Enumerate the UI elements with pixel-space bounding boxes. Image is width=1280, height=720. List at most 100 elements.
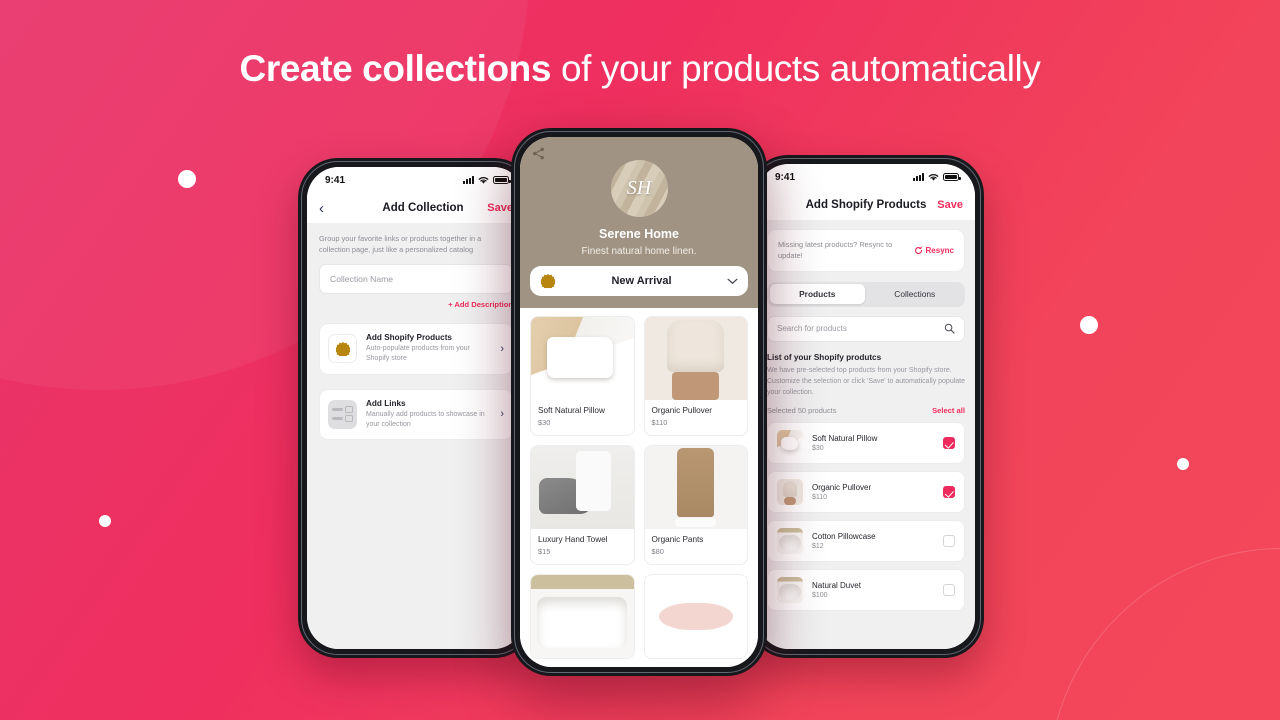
status-time: 9:41	[325, 174, 346, 186]
starburst-icon	[540, 273, 556, 289]
product-image	[531, 446, 634, 529]
collection-name-placeholder: Collection Name	[330, 274, 394, 285]
product-checkbox[interactable]	[943, 535, 955, 548]
add-collection-body: Group your favorite links or products to…	[307, 223, 525, 649]
tab-products[interactable]: Products	[769, 284, 865, 305]
page-title: Create collections of your products auto…	[0, 48, 1280, 90]
product-price: $110	[651, 418, 668, 427]
product-price: $110	[812, 494, 828, 502]
product-name: Organic Pullover	[651, 406, 713, 415]
resync-button[interactable]: Resync	[914, 246, 954, 255]
chevron-right-icon: ›	[500, 342, 504, 355]
product-name: Organic Pants	[651, 535, 704, 544]
option-subtitle: Auto-populate products from your Shopify…	[366, 345, 470, 363]
status-time: 9:41	[775, 171, 796, 183]
product-card[interactable]: Organic Pullover $110	[643, 316, 748, 436]
collection-title: New Arrival	[611, 275, 672, 287]
product-thumbnail	[777, 479, 803, 506]
status-bar: 9:41	[757, 164, 975, 190]
option-subtitle: Manually add products to showcase in you…	[366, 410, 485, 428]
collection-selector[interactable]: New Arrival	[530, 266, 748, 296]
product-price: $15	[538, 547, 551, 556]
shopify-products-body: Missing latest products? Resync to updat…	[757, 220, 975, 649]
save-button[interactable]: Save	[937, 199, 963, 211]
product-thumbnail	[777, 577, 803, 604]
phone-left-screen: 9:41 ‹ Add Collection Save Group your fa…	[307, 167, 525, 649]
collection-name-input[interactable]: Collection Name	[319, 264, 513, 295]
option-title: Add Links	[366, 398, 406, 408]
product-name: Organic Pullover	[812, 483, 872, 493]
resync-message: Missing latest products? Resync to updat…	[778, 240, 893, 261]
option-add-links[interactable]: Add Links Manually add products to showc…	[319, 388, 513, 440]
chevron-down-icon	[727, 278, 738, 284]
add-description-link[interactable]: + Add Description	[319, 300, 513, 309]
product-image	[644, 317, 747, 400]
product-name: Soft Natural Pillow	[812, 434, 878, 444]
save-button[interactable]: Save	[487, 202, 513, 214]
tab-collections[interactable]: Collections	[867, 284, 963, 304]
selected-count: Selected 50 products	[767, 406, 837, 416]
signal-bars-icon	[463, 176, 474, 184]
search-input[interactable]: Search for products	[767, 315, 965, 342]
product-card[interactable]: Soft Natural Pillow $30	[530, 316, 635, 436]
resync-label: Resync	[925, 245, 954, 255]
nav-title: Add Shopify Products	[805, 199, 927, 211]
chevron-right-icon: ›	[500, 408, 504, 421]
share-icon[interactable]	[532, 147, 545, 160]
battery-icon	[493, 176, 511, 184]
product-image	[644, 446, 747, 529]
store-name: Serene Home	[599, 227, 679, 241]
section-title: List of your Shopify produtcs	[767, 352, 882, 362]
section-description: We have pre-selected top products from y…	[767, 366, 965, 396]
product-card[interactable]: Luxury Hand Towel $15	[530, 445, 635, 565]
headline-rest: of your products automatically	[551, 48, 1041, 89]
product-card[interactable]	[530, 574, 635, 659]
nav-bar: Add Shopify Products Save	[757, 190, 975, 220]
product-thumbnail	[777, 528, 803, 555]
promo-banner: Create collections of your products auto…	[0, 0, 1280, 720]
product-price: $12	[812, 543, 824, 551]
tab-bar: Products Collections	[767, 281, 965, 307]
product-checkbox[interactable]	[943, 437, 955, 450]
product-name: Natural Duvet	[812, 581, 861, 591]
select-all-link[interactable]: Select all	[932, 406, 965, 415]
selection-row: Selected 50 products Select all	[767, 406, 965, 415]
status-bar: 9:41	[307, 167, 525, 193]
phone-right-screen: 9:41 Add Shopify Products Save Missing l…	[757, 164, 975, 649]
product-row[interactable]: Natural Duvet $100	[767, 569, 965, 612]
product-image	[531, 317, 634, 400]
headline-bold: Create collections	[239, 48, 552, 89]
shopify-starburst-icon	[328, 334, 357, 364]
battery-icon	[943, 173, 961, 181]
option-title: Add Shopify Products	[366, 333, 452, 343]
decor-dot	[178, 170, 196, 188]
signal-bars-icon	[913, 173, 924, 181]
refresh-icon	[914, 246, 922, 254]
product-grid: Soft Natural Pillow $30 Organic Pullover…	[520, 308, 758, 667]
wifi-icon	[928, 173, 939, 181]
wifi-icon	[478, 176, 489, 184]
chevron-left-icon[interactable]: ‹	[319, 201, 333, 216]
search-icon	[944, 324, 955, 335]
avatar-monogram: SH	[626, 177, 652, 199]
collection-hint: Group your favorite links or products to…	[319, 234, 482, 255]
product-image	[531, 575, 634, 658]
product-checkbox[interactable]	[943, 486, 955, 499]
product-checkbox[interactable]	[943, 584, 955, 597]
product-card[interactable]	[643, 574, 748, 659]
product-row[interactable]: Organic Pullover $110	[767, 471, 965, 514]
phone-left: 9:41 ‹ Add Collection Save Group your fa…	[298, 158, 534, 658]
product-price: $100	[812, 592, 828, 600]
product-row[interactable]: Soft Natural Pillow $30	[767, 422, 965, 465]
background-ring	[1048, 548, 1280, 720]
option-add-shopify-products[interactable]: Add Shopify Products Auto-populate produ…	[319, 323, 513, 375]
decor-dot	[1080, 316, 1098, 334]
phone-center-screen: SH Serene Home Finest natural home linen…	[520, 137, 758, 667]
product-card[interactable]: Organic Pants $80	[643, 445, 748, 565]
product-name: Luxury Hand Towel	[538, 535, 608, 544]
product-row[interactable]: Cotton Pillowcase $12	[767, 520, 965, 563]
decor-dot	[1177, 458, 1189, 470]
decor-dot	[99, 515, 111, 527]
nav-title: Add Collection	[382, 202, 464, 214]
phone-right: 9:41 Add Shopify Products Save Missing l…	[748, 155, 984, 658]
